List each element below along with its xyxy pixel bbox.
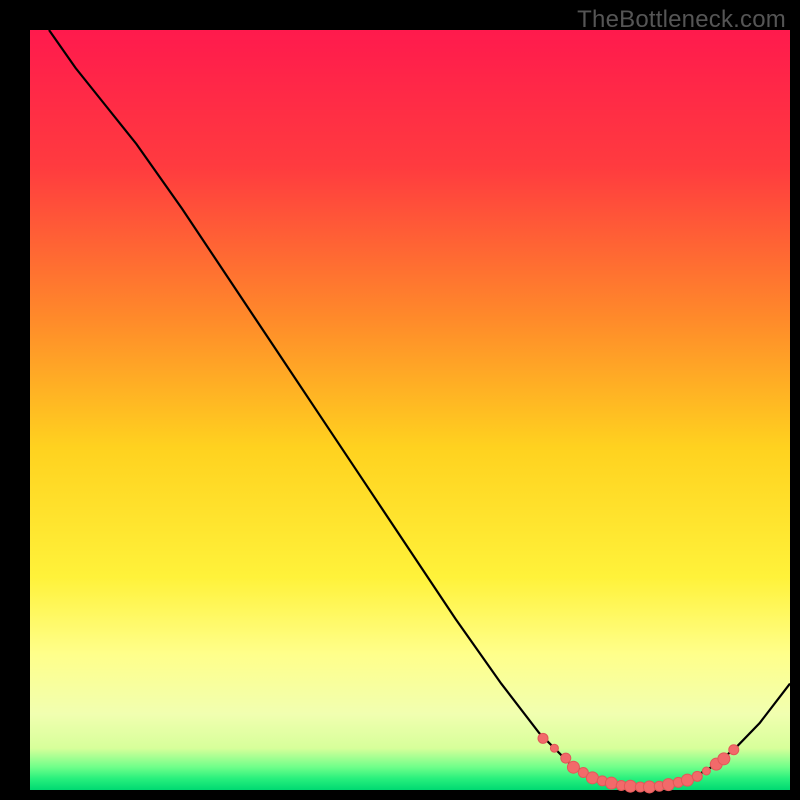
data-marker bbox=[624, 780, 636, 792]
data-marker bbox=[643, 781, 655, 793]
data-marker bbox=[729, 745, 739, 755]
bottleneck-chart bbox=[0, 0, 800, 800]
data-marker bbox=[586, 772, 598, 784]
data-marker bbox=[550, 744, 558, 752]
chart-container: TheBottleneck.com bbox=[0, 0, 800, 800]
plot-background bbox=[30, 30, 790, 790]
data-marker bbox=[538, 733, 548, 743]
data-marker bbox=[605, 777, 617, 789]
data-marker bbox=[662, 779, 674, 791]
data-marker bbox=[718, 753, 730, 765]
data-marker bbox=[561, 753, 571, 763]
data-marker bbox=[681, 774, 693, 786]
data-marker bbox=[702, 767, 710, 775]
data-marker bbox=[692, 771, 702, 781]
watermark-label: TheBottleneck.com bbox=[577, 6, 786, 34]
data-marker bbox=[567, 761, 579, 773]
